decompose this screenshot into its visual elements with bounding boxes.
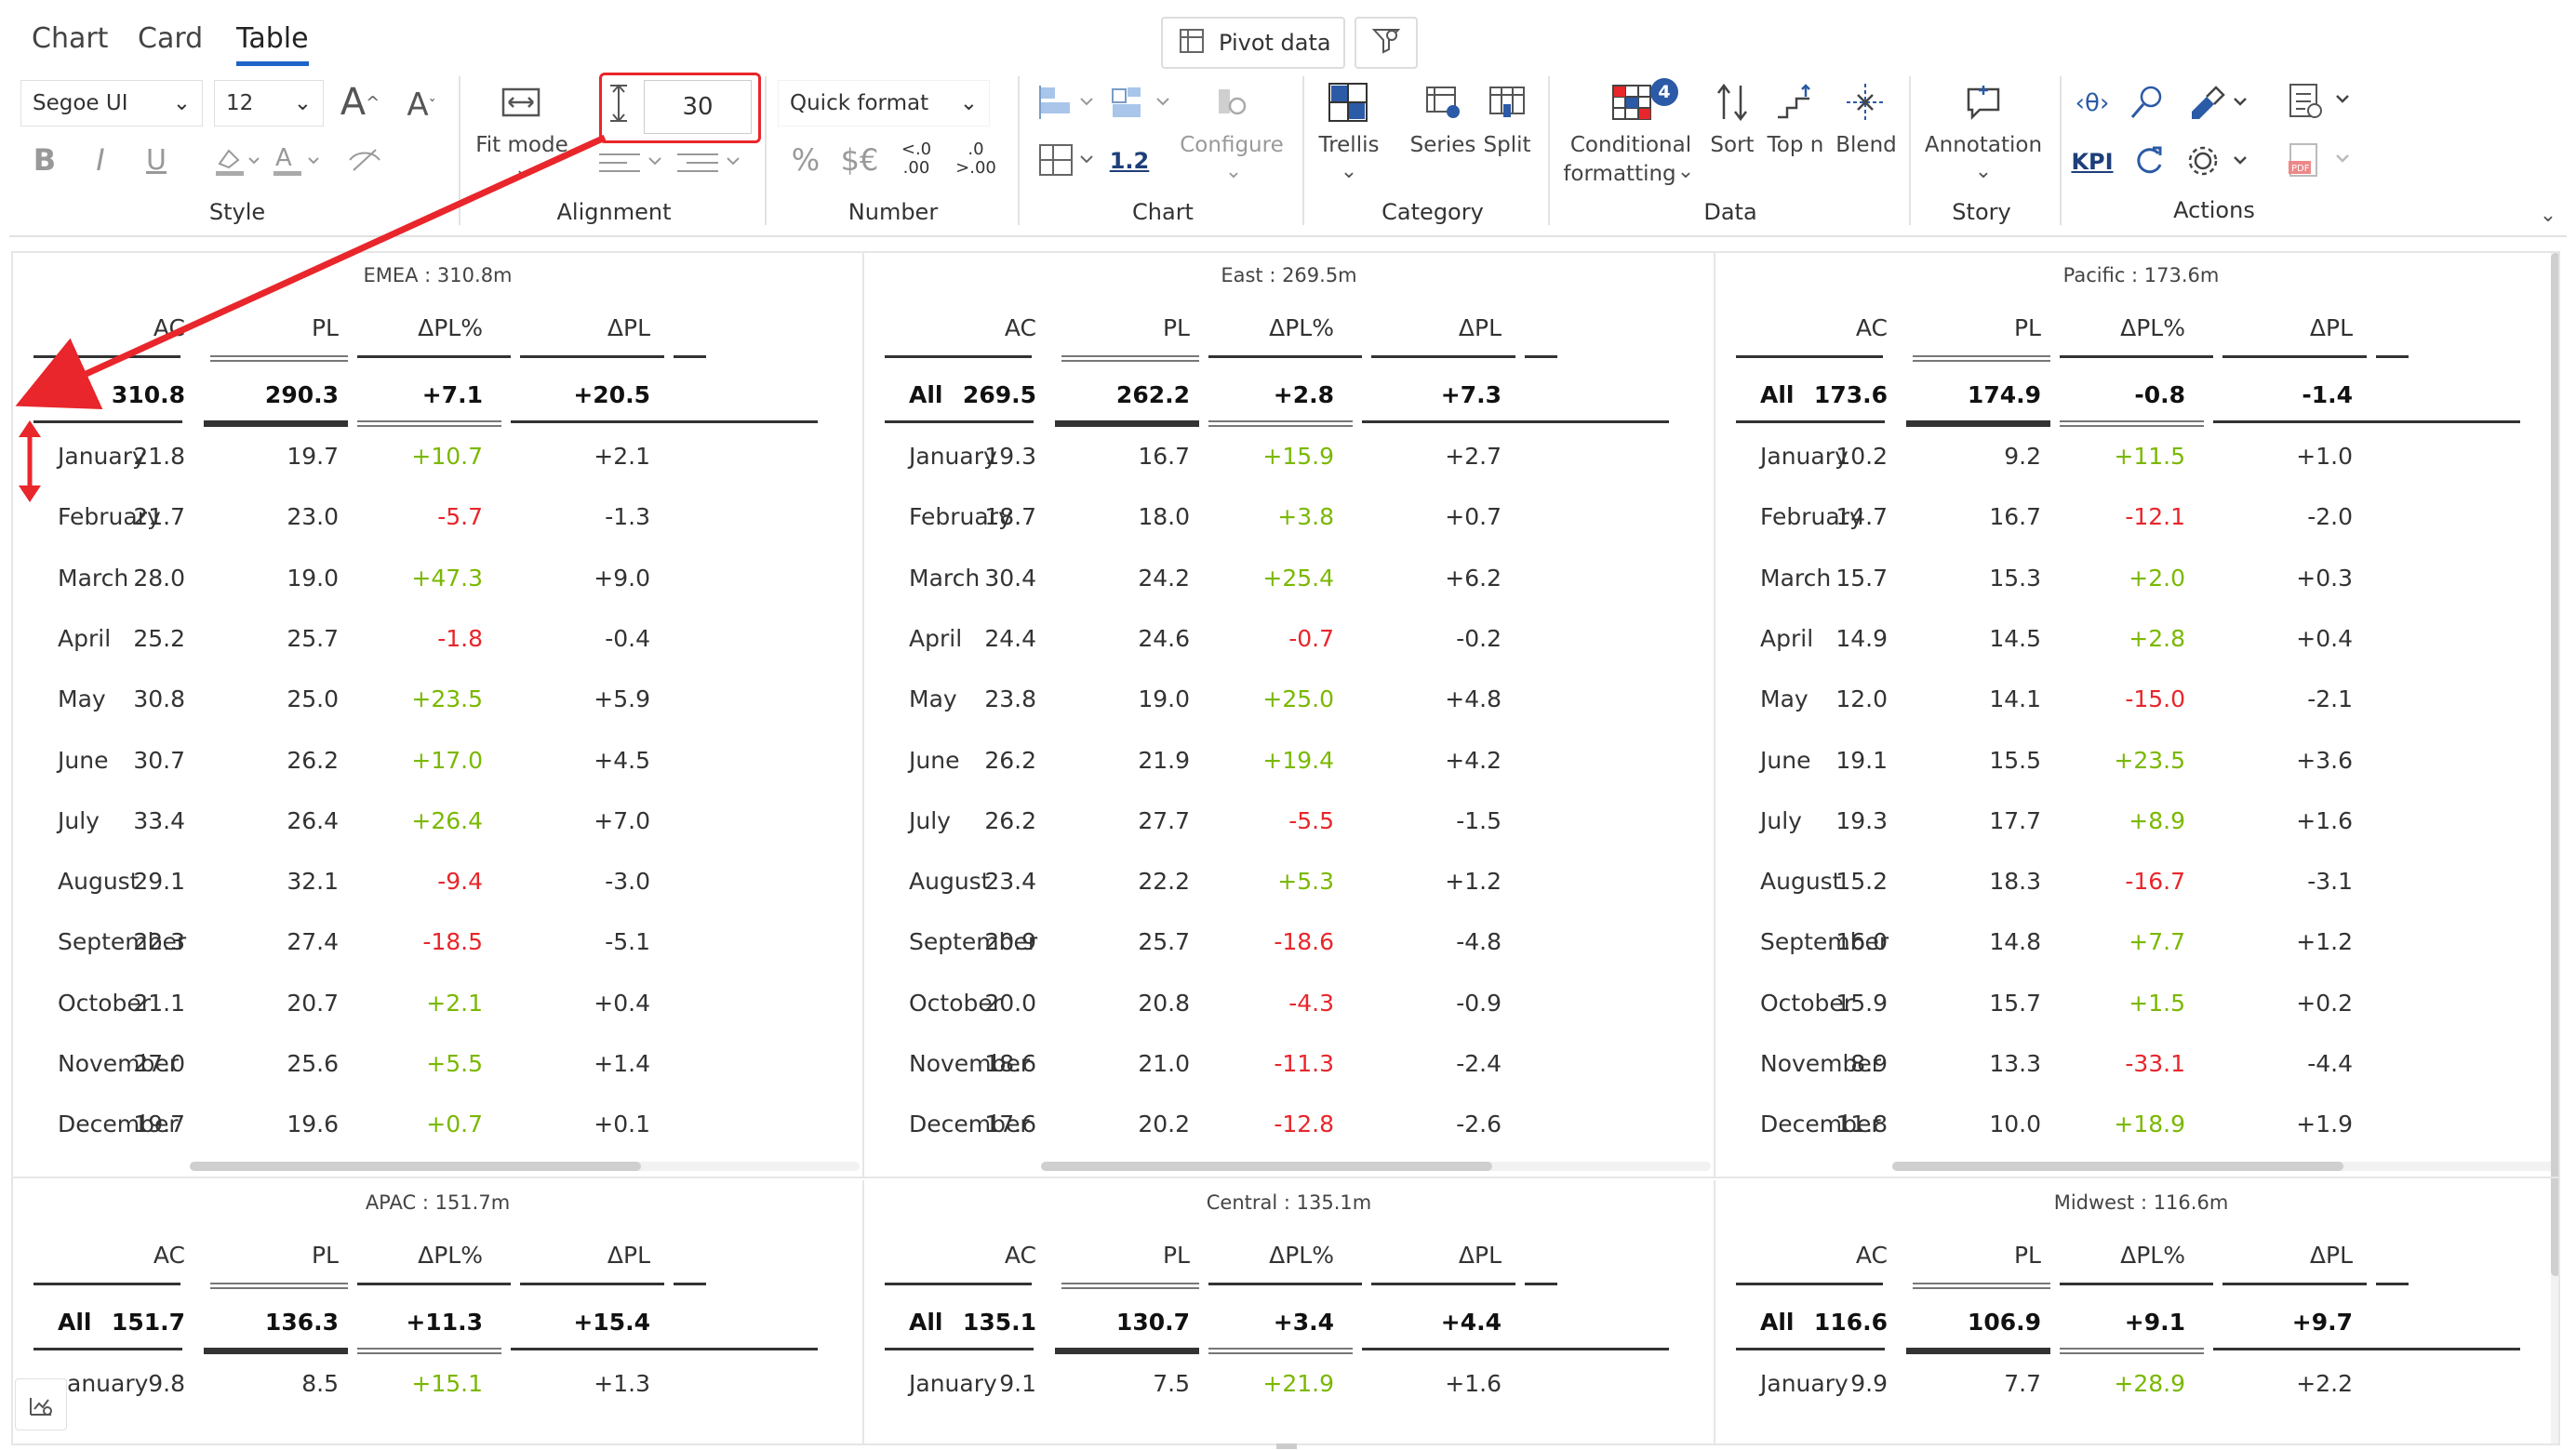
annotation-arrow xyxy=(15,134,607,502)
